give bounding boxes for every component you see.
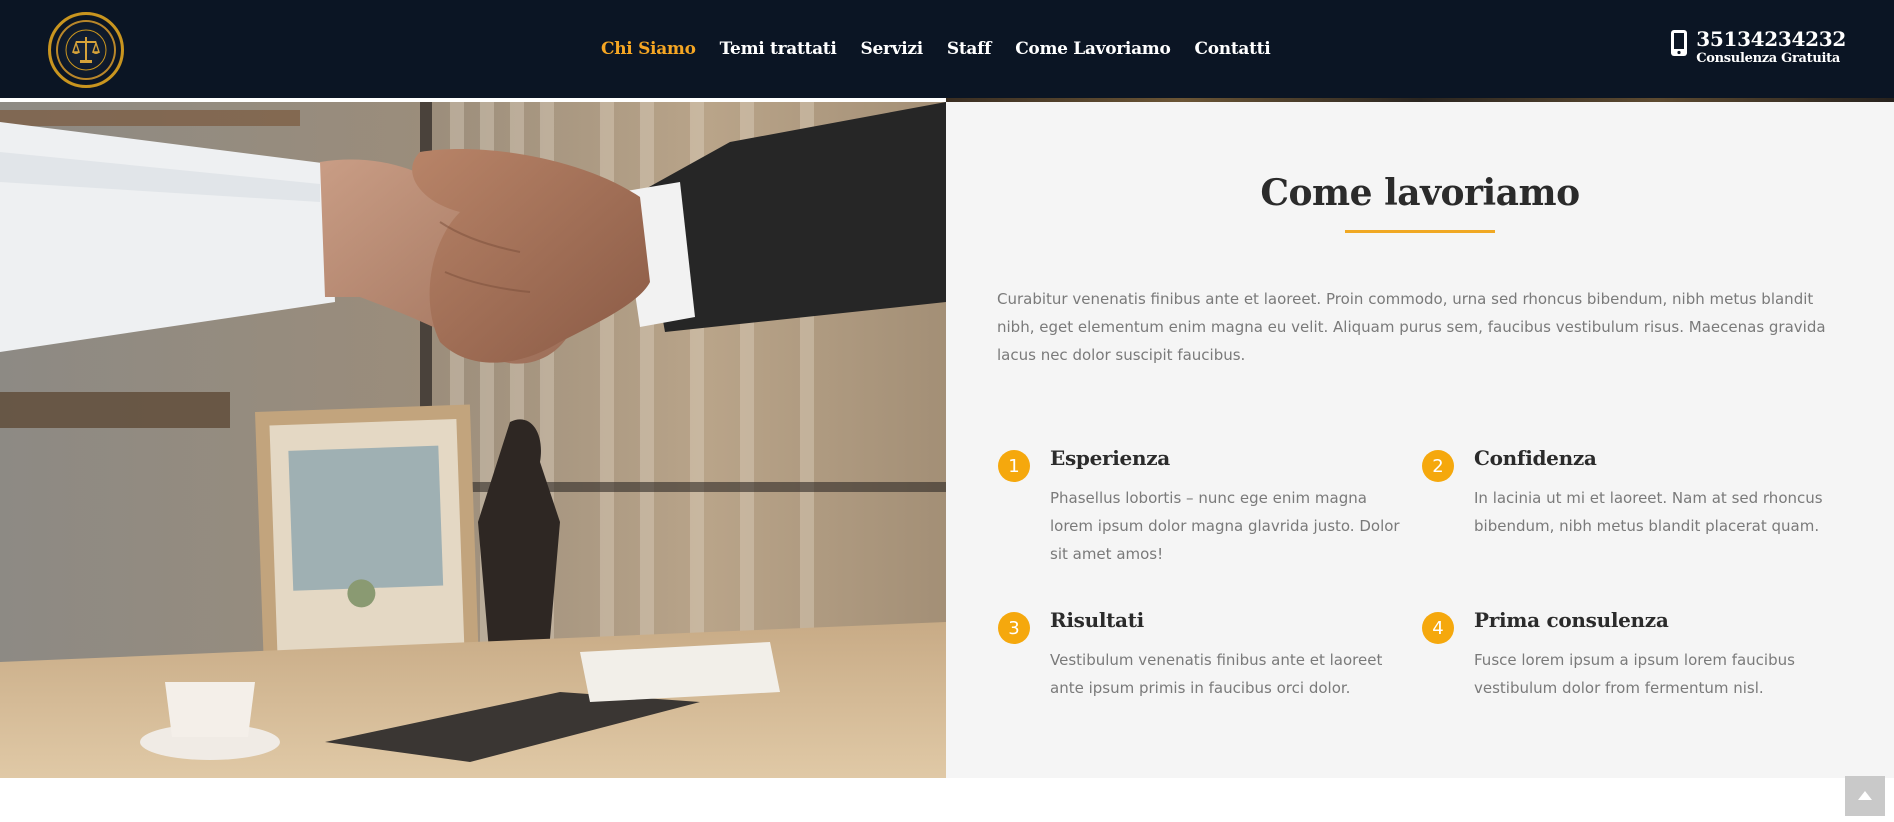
- free-consultation-label: Consulenza Gratuita: [1696, 51, 1840, 66]
- nav-temi-trattati[interactable]: Temi trattati: [720, 39, 837, 59]
- nav-contatti[interactable]: Contatti: [1195, 39, 1271, 59]
- site-header: Chi Siamo Temi trattati Servizi Staff Co…: [0, 0, 1894, 98]
- feature-title: Confidenza: [1474, 446, 1597, 470]
- scroll-to-top-button[interactable]: [1845, 776, 1885, 816]
- mobile-phone-icon: [1671, 30, 1688, 56]
- how-we-work-section: Come lavoriamo Curabitur venenatis finib…: [946, 102, 1894, 778]
- nav-servizi[interactable]: Servizi: [861, 39, 924, 59]
- nav-staff[interactable]: Staff: [947, 39, 992, 59]
- section-intro: Curabitur venenatis finibus ante et laor…: [997, 290, 1826, 364]
- feature-number-badge: 1: [998, 450, 1030, 482]
- feature-title: Risultati: [1050, 608, 1144, 632]
- contact-text: 35134234232 Consulenza Gratuita: [1696, 27, 1846, 67]
- handshake-photo: [0, 102, 946, 778]
- title-underline: [1345, 230, 1495, 233]
- feature-title: Prima consulenza: [1474, 608, 1669, 632]
- feature-description: Phasellus lobortis – nunc ege enim magna…: [1050, 489, 1400, 563]
- feature-number-badge: 4: [1422, 612, 1454, 644]
- nav-chi-siamo[interactable]: Chi Siamo: [601, 39, 696, 59]
- arrow-up-icon: [1858, 791, 1872, 800]
- logo[interactable]: [48, 12, 124, 88]
- main-nav: Chi Siamo Temi trattati Servizi Staff Co…: [601, 36, 1294, 62]
- scales-of-justice-icon: [65, 29, 107, 71]
- feature-title: Esperienza: [1050, 446, 1170, 470]
- feature-number-badge: 3: [998, 612, 1030, 644]
- feature-number-badge: 2: [1422, 450, 1454, 482]
- section-title: Come lavoriamo: [1260, 172, 1580, 214]
- header-contact[interactable]: 35134234232 Consulenza Gratuita: [1670, 27, 1846, 71]
- feature-description: In lacinia ut mi et laoreet. Nam at sed …: [1474, 489, 1823, 535]
- feature-description: Vestibulum venenatis finibus ante et lao…: [1050, 651, 1383, 697]
- handshake-illustration: [0, 102, 946, 778]
- feature-description: Fusce lorem ipsum a ipsum lorem faucibus…: [1474, 651, 1795, 697]
- nav-come-lavoriamo[interactable]: Come Lavoriamo: [1015, 39, 1171, 59]
- phone-number[interactable]: 35134234232: [1696, 27, 1846, 51]
